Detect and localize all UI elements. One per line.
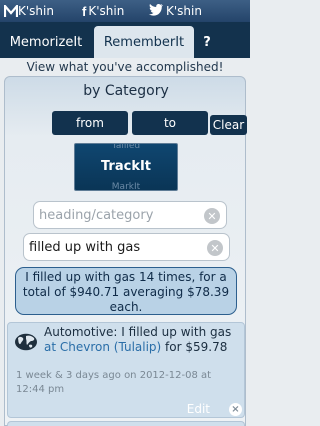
picker-option-below: MarkIt [111, 182, 141, 191]
trackit-picker[interactable]: Tallied TrackIt MarkIt [74, 143, 178, 191]
entry-text: Automotive: I filled up with gas at Chev… [16, 325, 242, 355]
facebook-icon: f [82, 3, 87, 19]
to-date-button[interactable]: to [132, 111, 208, 135]
twitter-link[interactable]: K'shin [148, 0, 202, 22]
entry-timestamp: 1 week & 3 days ago on 2012-12-08 at 12:… [16, 370, 212, 395]
social-bar: K'shin f K'shin K'shin [0, 0, 250, 22]
tab-help[interactable]: ? [196, 26, 218, 58]
category-title: by Category [83, 83, 169, 99]
entry-amount: for $59.78 [161, 340, 228, 354]
from-date-button[interactable]: from [52, 111, 128, 135]
tab-bar: MemorizeIt RememberIt ? [0, 22, 250, 58]
clear-heading-icon[interactable]: ✕ [204, 208, 220, 224]
twitter-label: K'shin [166, 4, 202, 18]
picker-selected-option: TrackIt [100, 159, 152, 174]
delete-icon[interactable]: × [229, 403, 242, 416]
kshin-link[interactable]: K'shin [3, 0, 54, 22]
search-value: filled up with gas [29, 239, 141, 255]
kshin-logo-icon [3, 2, 19, 18]
page-subtitle: View what you've accomplished! [0, 58, 250, 76]
picker-option-above: Tallied [111, 143, 141, 151]
clear-dates-button[interactable]: Clear [210, 115, 247, 135]
entry-location-link[interactable]: at Chevron (Tulalip) [44, 340, 161, 354]
summary-bubble: I filled up with gas 14 times, for a tot… [15, 267, 237, 315]
tab-rememberit[interactable]: RememberIt [94, 26, 194, 58]
search-input[interactable]: filled up with gas ✕ [23, 233, 230, 261]
twitter-icon [148, 3, 164, 19]
clear-search-icon[interactable]: ✕ [207, 240, 223, 256]
facebook-label: K'shin [88, 4, 125, 18]
kshin-label: K'shin [18, 4, 54, 18]
entry-description: I filled up with gas [117, 325, 232, 339]
tab-memorizeit[interactable]: MemorizeIt [0, 26, 92, 58]
list-item[interactable]: Automotive: I filled up with gas at Chev… [7, 322, 245, 418]
entry-category: Automotive: [44, 325, 118, 339]
edit-button[interactable]: Edit [187, 402, 210, 416]
facebook-link[interactable]: f K'shin [82, 0, 124, 22]
category-panel: by Category from to Clear Tallied TrackI… [4, 76, 247, 426]
heading-category-input[interactable]: heading/category ✕ [33, 201, 227, 229]
heading-category-placeholder: heading/category [39, 207, 154, 223]
list-item[interactable] [7, 421, 245, 426]
